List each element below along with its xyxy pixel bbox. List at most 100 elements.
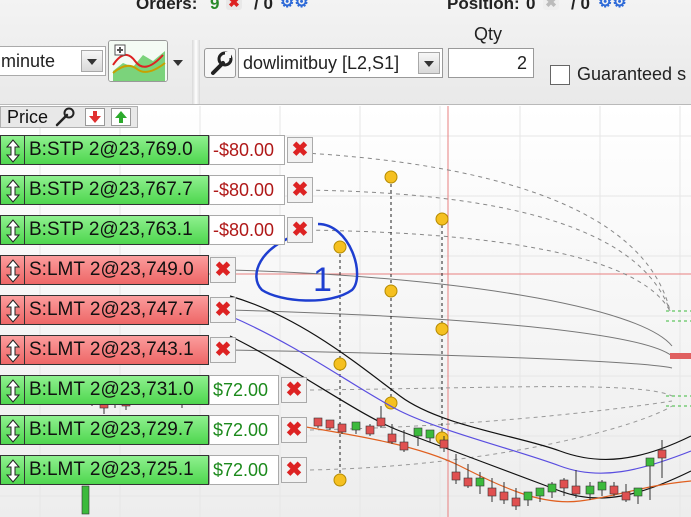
position-settings-gear-icon[interactable]: ⚙⚙ [598,0,627,12]
cancel-order-icon[interactable]: ✖ [287,217,313,243]
order-label[interactable]: S:LMT 2@23,749.0 [24,255,209,285]
chevron-down-icon[interactable] [418,52,440,74]
candle-body [325,419,335,429]
order-marker [670,353,691,359]
order-handle [384,396,398,410]
strategy-select[interactable]: dowlimitbuy [L2,S1] [238,48,443,78]
order-pnl: -$80.00 [209,135,285,165]
candle-body [451,471,461,481]
orders-position-row: Orders: 9 ✖ / 0 ⚙⚙ Position: 0 ✖ / 0 ⚙⚙ [0,0,691,16]
studies-menu-arrow-icon[interactable] [170,56,186,70]
cancel-order-icon[interactable]: ✖ [287,177,313,203]
drag-handle-icon[interactable] [0,135,24,165]
order-label[interactable]: S:LMT 2@23,747.7 [24,295,209,325]
candle-body [463,477,473,487]
order-pnl: -$80.00 [209,175,285,205]
order-label[interactable]: B:STP 2@23,769.0 [24,135,209,165]
orders-count: 9 [210,0,220,13]
candle-body [535,487,545,497]
candle-body [475,477,485,487]
drag-handle-icon[interactable] [0,255,24,285]
qty-label: Qty [474,24,503,44]
orders-settings-gear-icon[interactable]: ⚙⚙ [280,0,309,12]
candle-body [597,481,607,491]
toolbar-separator [192,40,200,104]
close-position-icon[interactable]: ✖ [543,0,559,10]
candle-body [487,487,497,497]
drag-handle-icon[interactable] [0,415,24,445]
candle-body [633,487,643,497]
order-handle [435,322,449,336]
candle-body [387,433,397,443]
order-label[interactable]: B:LMT 2@23,729.7 [24,415,209,445]
drag-handle-icon[interactable] [0,215,24,245]
interval-value: minute [1,51,56,71]
strategy-value: dowlimitbuy [L2,S1] [243,53,400,73]
cancel-order-icon[interactable]: ✖ [281,457,307,483]
move-up-icon[interactable] [111,108,131,126]
price-panel-header: Price [0,106,138,128]
candle-body [413,427,423,437]
candle-body [499,491,509,501]
studies-chart-icon [109,41,167,81]
candle-body [351,421,361,431]
drag-handle-icon[interactable] [0,455,24,485]
cancel-order-icon[interactable]: ✖ [281,377,307,403]
candle-body [523,491,533,501]
candle-body [313,417,323,427]
order-pnl: $72.00 [209,375,279,405]
cancel-order-icon[interactable]: ✖ [210,297,236,323]
studies-button[interactable] [108,40,168,82]
interval-select[interactable]: minute [0,46,106,76]
candle-body [571,485,581,495]
candle-body [337,423,347,433]
strategy-config-button[interactable] [204,48,236,78]
candle-body [547,483,557,493]
wrench-icon [211,51,233,75]
cancel-order-icon[interactable]: ✖ [281,417,307,443]
candle-body [365,425,375,435]
order-label[interactable]: S:LMT 2@23,743.1 [24,335,209,365]
order-pnl: $72.00 [209,415,279,445]
position-label: Position: [447,0,520,13]
candle-body [425,429,435,439]
chevron-down-icon[interactable] [81,50,103,72]
price-label: Price [7,107,49,127]
order-handle [333,240,347,254]
order-label[interactable]: B:LMT 2@23,725.1 [24,455,209,485]
candle-body [609,485,619,495]
candle-body [81,485,90,515]
drag-handle-icon[interactable] [0,375,24,405]
candle-body [621,491,631,501]
order-handle [384,284,398,298]
drag-handle-icon[interactable] [0,175,24,205]
order-label[interactable]: B:LMT 2@23,731.0 [24,375,209,405]
order-handle [333,357,347,371]
wrench-icon[interactable] [53,107,77,127]
drag-handle-icon[interactable] [0,295,24,325]
order-pnl: -$80.00 [209,215,285,245]
qty-input[interactable]: 2 [448,48,534,78]
candle-body [585,485,595,495]
position-count: 0 [526,0,536,13]
order-label[interactable]: B:STP 2@23,767.7 [24,175,209,205]
order-handle [384,170,398,184]
move-down-icon[interactable] [85,108,105,126]
toolbar: Orders: 9 ✖ / 0 ⚙⚙ Position: 0 ✖ / 0 ⚙⚙ … [0,0,691,105]
drag-handle-icon[interactable] [0,335,24,365]
orders-secondary: / 0 [254,0,273,13]
cancel-order-icon[interactable]: ✖ [210,257,236,283]
guaranteed-checkbox[interactable] [550,65,570,85]
cancel-order-icon[interactable]: ✖ [210,337,236,363]
candle-body [399,441,409,451]
guaranteed-label: Guaranteed s [577,64,687,84]
order-handle [333,473,347,487]
candle-body [439,439,449,449]
order-label[interactable]: B:STP 2@23,763.1 [24,215,209,245]
cancel-order-icon[interactable]: ✖ [287,137,313,163]
candle-body [376,417,386,427]
candle-body [657,449,667,459]
cancel-all-orders-icon[interactable]: ✖ [226,0,242,10]
order-handle [435,212,449,226]
candle-body [511,497,521,507]
